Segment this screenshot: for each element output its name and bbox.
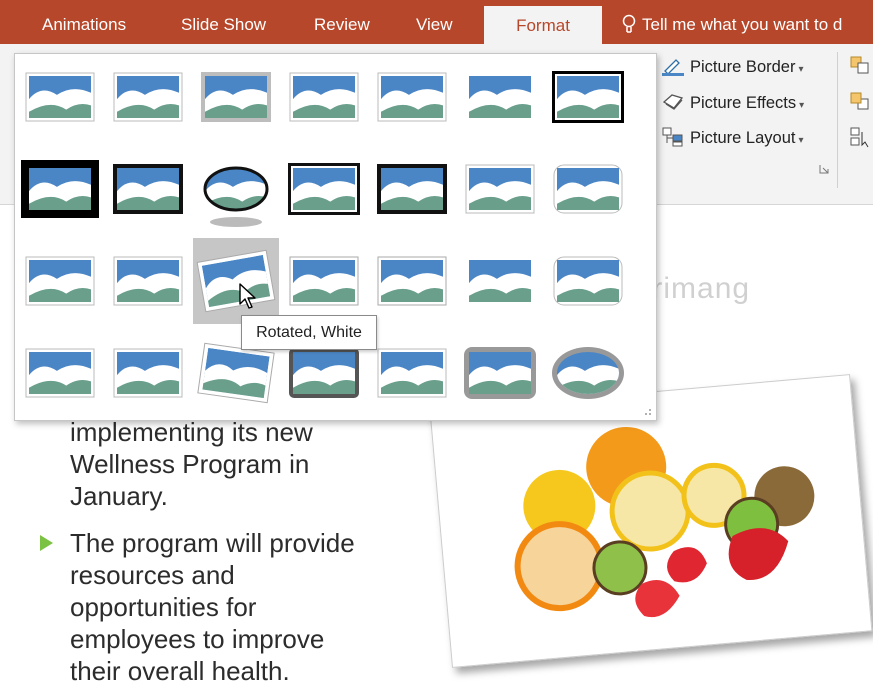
bullet-line: their overall health. [70,656,290,686]
picture-style-27[interactable] [457,330,543,416]
dropdown-arrow-icon: ▾ [799,100,805,111]
bullet-paragraph-1[interactable]: implementing its new Wellness Program in… [70,416,450,512]
picture-style-4[interactable] [281,54,367,140]
picture-style-20[interactable] [457,238,543,324]
picture-border-label: Picture Border [690,58,796,76]
tab-format[interactable]: Format [484,6,602,44]
tab-review[interactable]: Review [314,0,370,44]
picture-style-9[interactable] [105,146,191,232]
picture-style-1[interactable] [17,54,103,140]
picture-style-thumbnail-icon [196,249,276,313]
picture-style-11[interactable] [281,146,367,232]
picture-layout-icon [662,127,684,147]
picture-style-26[interactable] [369,330,455,416]
picture-style-thumbnail-icon [289,256,359,306]
picture-effects-button[interactable]: Picture Effects ▾ [662,91,804,115]
picture-style-17[interactable] [193,238,279,324]
picture-style-14[interactable] [545,146,631,232]
picture-style-thumbnail-icon [113,72,183,122]
tell-me-text: Tell me what you want to d [642,15,843,34]
picture-effects-label: Picture Effects [690,94,797,112]
picture-layout-label: Picture Layout [690,129,796,147]
picture-style-thumbnail-icon [201,72,271,122]
picture-style-thumbnail-icon [377,256,447,306]
picture-style-22[interactable] [17,330,103,416]
send-backward-icon[interactable] [850,91,873,111]
tell-me-box[interactable]: Tell me what you want to d [622,0,842,44]
picture-style-5[interactable] [369,54,455,140]
dropdown-arrow-icon: ▾ [798,64,804,75]
style-tooltip: Rotated, White [241,315,377,350]
picture-style-thumbnail-icon [203,166,269,227]
bullet-line: January. [70,481,168,511]
picture-style-28[interactable] [545,330,631,416]
picture-style-12[interactable] [369,146,455,232]
resize-grip-icon[interactable] [644,408,652,416]
picture-style-19[interactable] [369,238,455,324]
group-separator [837,52,838,188]
picture-style-thumbnail-icon [113,164,183,214]
picture-style-thumbnail-icon [469,76,531,118]
picture-style-thumbnail-icon [25,348,95,398]
picture-style-thumbnail-icon [553,256,623,306]
picture-effects-icon [662,92,684,112]
bullet-line: employees to improve [70,624,325,654]
dialog-launcher-icon[interactable] [819,164,829,174]
picture-style-18[interactable] [281,238,367,324]
picture-style-10[interactable] [193,146,279,232]
picture-style-thumbnail-icon [469,260,531,302]
picture-border-icon [662,56,684,76]
picture-style-thumbnail-icon [464,347,536,399]
picture-style-thumbnail-icon [21,160,99,218]
picture-style-16[interactable] [105,238,191,324]
picture-layout-button[interactable]: Picture Layout ▾ [662,126,804,150]
bullet-line: opportunities for [70,592,257,622]
picture-style-thumbnail-icon [113,348,183,398]
picture-style-thumbnail-icon [113,256,183,306]
bullet-arrow-icon [40,535,53,551]
picture-style-8[interactable] [17,146,103,232]
picture-style-7[interactable] [545,54,631,140]
picture-style-thumbnail-icon [465,164,535,214]
tab-view[interactable]: View [416,0,453,44]
lightbulb-icon [622,14,636,33]
picture-style-thumbnail-icon [377,348,447,398]
picture-style-thumbnail-icon [377,164,447,214]
bullet-line: Wellness Program in [70,449,310,479]
picture-style-thumbnail-icon [25,72,95,122]
picture-style-6[interactable] [457,54,543,140]
picture-styles-gallery [14,53,657,421]
bring-forward-icon[interactable] [850,55,873,75]
mouse-pointer-icon [239,283,256,309]
picture-style-thumbnail-icon [377,72,447,122]
picture-border-button[interactable]: Picture Border ▾ [662,55,804,79]
picture-style-15[interactable] [17,238,103,324]
picture-style-thumbnail-icon [553,164,623,214]
picture-style-3[interactable] [193,54,279,140]
picture-style-thumbnail-icon [289,72,359,122]
picture-style-thumbnail-icon [552,347,624,399]
picture-style-23[interactable] [105,330,191,416]
dropdown-arrow-icon: ▾ [798,135,804,146]
ribbon-tab-bar: Animations Slide Show Review View Format… [0,0,873,44]
picture-style-13[interactable] [457,146,543,232]
bullet-line: The program will provide [70,528,355,558]
picture-style-21[interactable] [545,238,631,324]
selection-pane-icon[interactable] [850,126,873,148]
picture-style-thumbnail-icon [25,256,95,306]
bullet-line: resources and [70,560,235,590]
tab-slide-show[interactable]: Slide Show [181,0,266,44]
tab-animations[interactable]: Animations [42,0,126,44]
picture-style-2[interactable] [105,54,191,140]
bullet-paragraph-2[interactable]: The program will provide resources and o… [70,527,450,687]
picture-style-thumbnail-icon [288,163,360,215]
picture-style-thumbnail-icon [552,71,624,123]
